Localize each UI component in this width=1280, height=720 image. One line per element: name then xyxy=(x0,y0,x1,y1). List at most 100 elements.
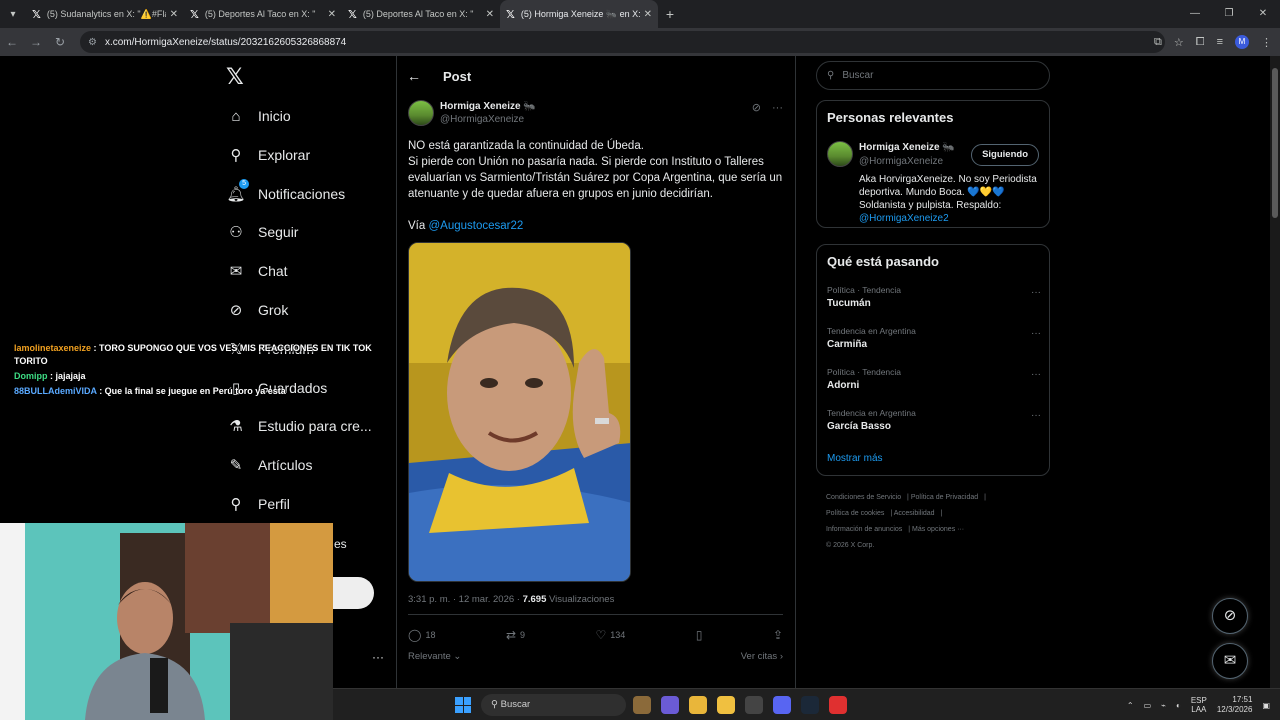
chevron-up-icon[interactable]: ⌃ xyxy=(1127,701,1134,710)
trends-card: Qué está pasando Política · Tendencia Tu… xyxy=(816,244,1050,476)
bookmark-star-icon[interactable]: ☆ xyxy=(1174,36,1184,49)
profile-avatar[interactable]: M xyxy=(1235,35,1249,49)
minimize-icon[interactable]: — xyxy=(1178,0,1212,28)
page-scrollbar[interactable] xyxy=(1270,56,1280,688)
widget-icon[interactable] xyxy=(633,696,651,714)
browser-tab-2[interactable]: 𝕏 (5) Deportes Al Taco en X: " ✕ xyxy=(184,0,342,28)
forward-icon[interactable]: → xyxy=(24,35,48,49)
chat-message: Domipp : jajajaja xyxy=(14,370,394,383)
bookmark-button[interactable]: ▯ xyxy=(696,628,703,642)
show-more-link[interactable]: Mostrar más xyxy=(827,453,883,464)
footer-link[interactable]: Información de anuncios xyxy=(826,526,902,533)
footer-link[interactable]: Condiciones de Servicio xyxy=(826,494,901,501)
trend-item[interactable]: Política · Tendencia Tucumán ··· xyxy=(827,285,1041,309)
more-options-icon[interactable]: ··· xyxy=(1031,328,1041,339)
nav-item-notifications[interactable]: 🔔︎ 5 Notificaciones xyxy=(226,179,345,209)
replies-sort-dropdown[interactable]: Relevante ⌄ xyxy=(408,651,461,662)
nav-item-creator-studio[interactable]: ⚗ Estudio para cre... xyxy=(226,411,371,441)
post-timestamp[interactable]: 3:31 p. m. · 12 mar. 2026 · xyxy=(408,594,523,605)
footer-link[interactable]: Más opciones ··· xyxy=(912,526,964,533)
search-input[interactable]: ⚲ Buscar xyxy=(816,61,1050,90)
new-tab-icon[interactable]: + xyxy=(658,6,682,22)
footer-link[interactable]: Política de Privacidad xyxy=(911,494,978,501)
trend-item[interactable]: Política · Tendencia Adorni ··· xyxy=(827,367,1041,391)
more-options-icon[interactable]: ··· xyxy=(772,102,783,114)
language-indicator[interactable]: ESP LAA xyxy=(1191,696,1207,714)
speaker-icon[interactable]: ◐ xyxy=(1176,701,1181,710)
nav-item-explore[interactable]: ⚲ Explorar xyxy=(226,140,311,170)
x-logo-icon[interactable]: 𝕏 xyxy=(226,64,244,90)
relevant-name[interactable]: Hormiga Xeneize 🐜 xyxy=(859,142,955,153)
scrollbar-thumb[interactable] xyxy=(1272,68,1278,218)
nav-item-grok[interactable]: ⊘ Grok xyxy=(226,295,289,325)
more-options-icon[interactable]: ··· xyxy=(1031,287,1041,298)
see-quotes-link[interactable]: Ver citas › xyxy=(741,651,783,662)
trend-item[interactable]: Tendencia en Argentina García Basso ··· xyxy=(827,408,1041,432)
share-button[interactable]: ⇪ xyxy=(773,628,783,642)
side-panel-icon[interactable]: ≡ xyxy=(1217,36,1223,48)
grok-fab-icon[interactable]: ⊘ xyxy=(1212,598,1248,634)
obs-icon[interactable] xyxy=(745,696,763,714)
tab-close-icon[interactable]: ✕ xyxy=(644,9,652,20)
nav-item-follow[interactable]: ⚇ Seguir xyxy=(226,217,298,247)
taskbar-clock[interactable]: 17:51 12/3/2026 xyxy=(1217,695,1253,715)
bio-mention-link[interactable]: @HormigaXeneize2 xyxy=(859,213,949,224)
relevant-avatar[interactable] xyxy=(827,141,853,167)
browser-menu-icon[interactable]: ⋮ xyxy=(1261,36,1272,49)
repost-count: 9 xyxy=(520,630,526,640)
nav-item-chat[interactable]: ✉ Chat xyxy=(226,256,288,286)
post-button[interactable] xyxy=(330,577,374,609)
tab-close-icon[interactable]: ✕ xyxy=(486,9,494,20)
footer-link[interactable]: Política de cookies xyxy=(826,510,884,517)
file-explorer-icon[interactable] xyxy=(717,696,735,714)
author-handle[interactable]: @HormigaXeneize xyxy=(440,114,524,125)
relevant-handle[interactable]: @HormigaXeneize xyxy=(859,156,943,167)
mention-link[interactable]: @Augustocesar22 xyxy=(428,220,523,232)
nav-item-profile[interactable]: ⚲ Perfil xyxy=(226,489,290,519)
windows-start-icon[interactable] xyxy=(455,697,471,713)
close-window-icon[interactable]: ✕ xyxy=(1246,0,1280,28)
taskbar-search[interactable]: ⚲ Buscar xyxy=(481,694,626,716)
tab-close-icon[interactable]: ✕ xyxy=(328,9,336,20)
extensions-icon[interactable]: ⧠ xyxy=(1196,36,1205,49)
browser-tab-4-active[interactable]: 𝕏 (5) Hormiga Xeneize 🐜 en X: " ✕ xyxy=(500,0,658,28)
reply-button[interactable]: ◯ 18 xyxy=(408,628,435,642)
post-photo[interactable] xyxy=(408,242,631,582)
grok-icon[interactable]: ⊘ xyxy=(752,102,761,114)
like-button[interactable]: ♡ 134 xyxy=(596,628,626,642)
notifications-icon[interactable]: ▣ xyxy=(1262,701,1270,710)
tab-close-icon[interactable]: ✕ xyxy=(170,9,178,20)
more-options-icon[interactable]: ··· xyxy=(1031,369,1041,380)
messages-fab-icon[interactable]: ✉ xyxy=(1212,643,1248,679)
tab-search-menu-icon[interactable]: ▾ xyxy=(0,0,26,28)
reload-icon[interactable]: ↻ xyxy=(48,35,72,49)
battery-icon[interactable]: ▭ xyxy=(1144,701,1152,710)
discord-icon[interactable] xyxy=(773,696,791,714)
trend-item[interactable]: Tendencia en Argentina Carmiña ··· xyxy=(827,326,1041,350)
steam-icon[interactable] xyxy=(801,696,819,714)
browser-tab-3[interactable]: 𝕏 (5) Deportes Al Taco en X: " ✕ xyxy=(342,0,500,28)
nav-item-home[interactable]: ⌂ Inicio xyxy=(226,101,290,131)
more-options-icon[interactable]: ··· xyxy=(1031,410,1041,421)
author-name[interactable]: Hormiga Xeneize 🐜 xyxy=(440,101,536,112)
app-icon[interactable] xyxy=(829,696,847,714)
maximize-icon[interactable]: ❐ xyxy=(1212,0,1246,28)
footer-link[interactable]: Accesibilidad xyxy=(894,510,935,517)
chrome-icon[interactable] xyxy=(689,696,707,714)
browser-tab-1[interactable]: 𝕏 (5) Sudanalytics en X: "⚠️#Fla… ✕ xyxy=(26,0,184,28)
following-button[interactable]: Siguiendo xyxy=(971,144,1039,166)
address-bar[interactable]: ⚙ x.com/HormigaXeneize/status/2032162605… xyxy=(80,31,1165,53)
site-info-icon[interactable]: ⚙ xyxy=(88,37,97,48)
author-avatar[interactable] xyxy=(408,100,434,126)
back-icon[interactable]: ← xyxy=(0,35,24,49)
reply-icon: ◯ xyxy=(408,628,422,642)
x-favicon-icon: 𝕏 xyxy=(506,8,515,21)
teams-icon[interactable] xyxy=(661,696,679,714)
nav-item-articles[interactable]: ✎ Artículos xyxy=(226,450,313,480)
repost-button[interactable]: ⇄ 9 xyxy=(506,628,525,642)
network-icon[interactable]: ⌁ xyxy=(1161,701,1166,710)
url-text: x.com/HormigaXeneize/status/203216260532… xyxy=(104,36,347,48)
account-menu-icon[interactable]: ··· xyxy=(372,650,384,664)
back-arrow-icon[interactable]: ← xyxy=(407,68,421,84)
install-app-icon[interactable]: ⧉ xyxy=(1154,36,1162,49)
